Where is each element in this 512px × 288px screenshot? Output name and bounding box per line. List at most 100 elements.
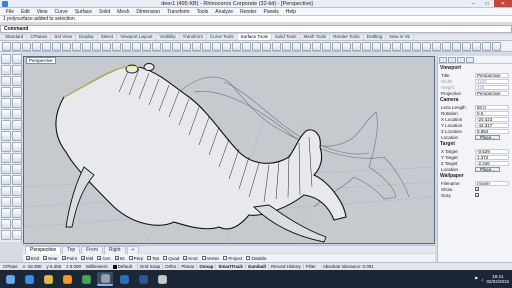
prop-value[interactable]: 1160	[475, 78, 509, 84]
redo-icon[interactable]	[82, 41, 91, 51]
status-toggle-smarttrack[interactable]: SmartTrack	[215, 264, 245, 269]
osnap-checkbox[interactable]	[114, 256, 119, 260]
windows-start-icon[interactable]	[2, 272, 18, 286]
volume-icon[interactable]: ♪	[481, 277, 483, 282]
zoom-extents-icon[interactable]	[132, 41, 141, 51]
clock[interactable]: 19:41 02/02/2015	[486, 274, 509, 284]
osnap-near[interactable]: Near	[43, 256, 58, 261]
prop-value[interactable]: 9.964	[475, 128, 509, 134]
menu-item-help[interactable]: Help	[283, 9, 299, 15]
menu-item-curve[interactable]: Curve	[51, 9, 70, 15]
open-icon[interactable]	[12, 41, 21, 51]
zoom-selected-icon[interactable]	[142, 41, 151, 51]
menu-item-dimension[interactable]: Dimension	[133, 9, 163, 15]
bounding-icon[interactable]	[452, 41, 461, 51]
arc-icon[interactable]	[12, 76, 22, 86]
properties-tab-icon[interactable]	[439, 57, 447, 63]
polygon-icon[interactable]	[1, 98, 11, 108]
osnap-checkbox[interactable]	[246, 256, 251, 260]
chrome-icon[interactable]	[78, 272, 94, 286]
text-icon[interactable]	[12, 98, 22, 108]
rhino-icon[interactable]	[97, 272, 113, 286]
osnap-disable[interactable]: Disable	[246, 256, 266, 261]
display-tab-icon[interactable]	[457, 57, 465, 63]
target-place-button[interactable]: Place...	[475, 166, 501, 172]
cylinder-icon[interactable]	[1, 131, 11, 141]
array-icon[interactable]	[492, 41, 501, 51]
group-icon[interactable]	[1, 219, 11, 229]
menu-item-solid[interactable]: Solid	[96, 9, 113, 15]
array-icon[interactable]	[12, 186, 22, 196]
osnap-project[interactable]: Project	[223, 256, 242, 261]
boolean-diff-icon[interactable]	[12, 153, 22, 163]
zebra-icon[interactable]	[432, 41, 441, 51]
osnap-checkbox[interactable]	[183, 256, 188, 260]
flag-icon[interactable]: ⚑	[474, 276, 478, 282]
rectangle-icon[interactable]	[12, 87, 22, 97]
tab-display[interactable]: Display	[76, 34, 98, 40]
mirror-icon[interactable]	[482, 41, 491, 51]
curve-icon[interactable]	[12, 65, 22, 75]
split-icon[interactable]	[12, 197, 22, 207]
split-icon[interactable]	[372, 41, 381, 51]
osnap-knot[interactable]: Knot	[183, 256, 198, 261]
tab-standard[interactable]: Standard	[2, 34, 28, 40]
line-icon[interactable]	[12, 54, 22, 64]
trim-icon[interactable]	[1, 197, 11, 207]
status-toggle-ortho[interactable]: Ortho	[162, 264, 178, 269]
boolean-union-icon[interactable]	[1, 153, 11, 163]
units-label[interactable]: Millimeters	[86, 264, 108, 269]
osnap-end[interactable]: End	[26, 256, 39, 261]
prop-value[interactable]: Perspective	[475, 72, 509, 78]
menu-item-surface[interactable]: Surface	[72, 9, 95, 15]
select-icon[interactable]	[212, 41, 221, 51]
prop-value[interactable]: 1.372	[475, 154, 509, 160]
word-icon[interactable]	[135, 272, 151, 286]
pan-icon[interactable]	[92, 41, 101, 51]
fillet-icon[interactable]	[332, 41, 341, 51]
scale-icon[interactable]	[12, 175, 22, 185]
osnap-checkbox[interactable]	[163, 256, 168, 260]
surface-icon[interactable]	[242, 41, 251, 51]
status-toggle-filter[interactable]: Filter	[302, 264, 318, 269]
menu-item-edit[interactable]: Edit	[18, 9, 33, 15]
osnap-cen[interactable]: Cen	[97, 256, 111, 261]
ie-icon[interactable]	[21, 272, 37, 286]
tab-set-view[interactable]: Set View	[51, 34, 76, 40]
tab-solid-tools[interactable]: Solid Tools	[272, 34, 301, 40]
osnap-int[interactable]: Int	[114, 256, 125, 261]
prop-value[interactable]: -44.317	[475, 122, 509, 128]
cut-icon[interactable]	[42, 41, 51, 51]
osnap-checkbox[interactable]	[128, 256, 133, 260]
tab-cplanes[interactable]: CPlanes	[27, 34, 52, 40]
perspective-viewport[interactable]	[23, 56, 435, 244]
menu-item-analyze[interactable]: Analyze	[212, 9, 236, 15]
osnap-checkbox[interactable]	[147, 256, 152, 260]
close-button[interactable]: ✕	[494, 0, 512, 7]
rebuild-icon[interactable]	[402, 41, 411, 51]
osnap-checkbox[interactable]	[97, 256, 102, 260]
trim-icon[interactable]	[362, 41, 371, 51]
offset-icon[interactable]	[352, 41, 361, 51]
zoom-window-icon[interactable]	[122, 41, 131, 51]
explode-icon[interactable]	[12, 208, 22, 218]
tab-surface-tools[interactable]: Surface Tools	[237, 34, 272, 40]
join-icon[interactable]	[1, 208, 11, 218]
menu-item-render[interactable]: Render	[237, 9, 259, 15]
properties-icon[interactable]	[202, 41, 211, 51]
tab-viewport-layout[interactable]: Viewport Layout	[117, 34, 157, 40]
hatch-icon[interactable]	[1, 230, 11, 240]
print-icon[interactable]	[32, 41, 41, 51]
join-icon[interactable]	[382, 41, 391, 51]
new-file-icon[interactable]	[2, 41, 11, 51]
mesh-plane-icon[interactable]	[1, 142, 11, 152]
osnap-perp[interactable]: Perp	[128, 256, 143, 261]
analyze-icon[interactable]	[412, 41, 421, 51]
rendered-icon[interactable]	[182, 41, 191, 51]
loft-icon[interactable]	[292, 41, 301, 51]
prop-value[interactable]: -20.423	[475, 116, 509, 122]
tab-select[interactable]: Select	[98, 34, 118, 40]
tab-mesh-tools[interactable]: Mesh Tools	[301, 34, 331, 40]
prop-value[interactable]: 0.0	[475, 110, 509, 116]
help-tab-icon[interactable]	[466, 57, 474, 63]
